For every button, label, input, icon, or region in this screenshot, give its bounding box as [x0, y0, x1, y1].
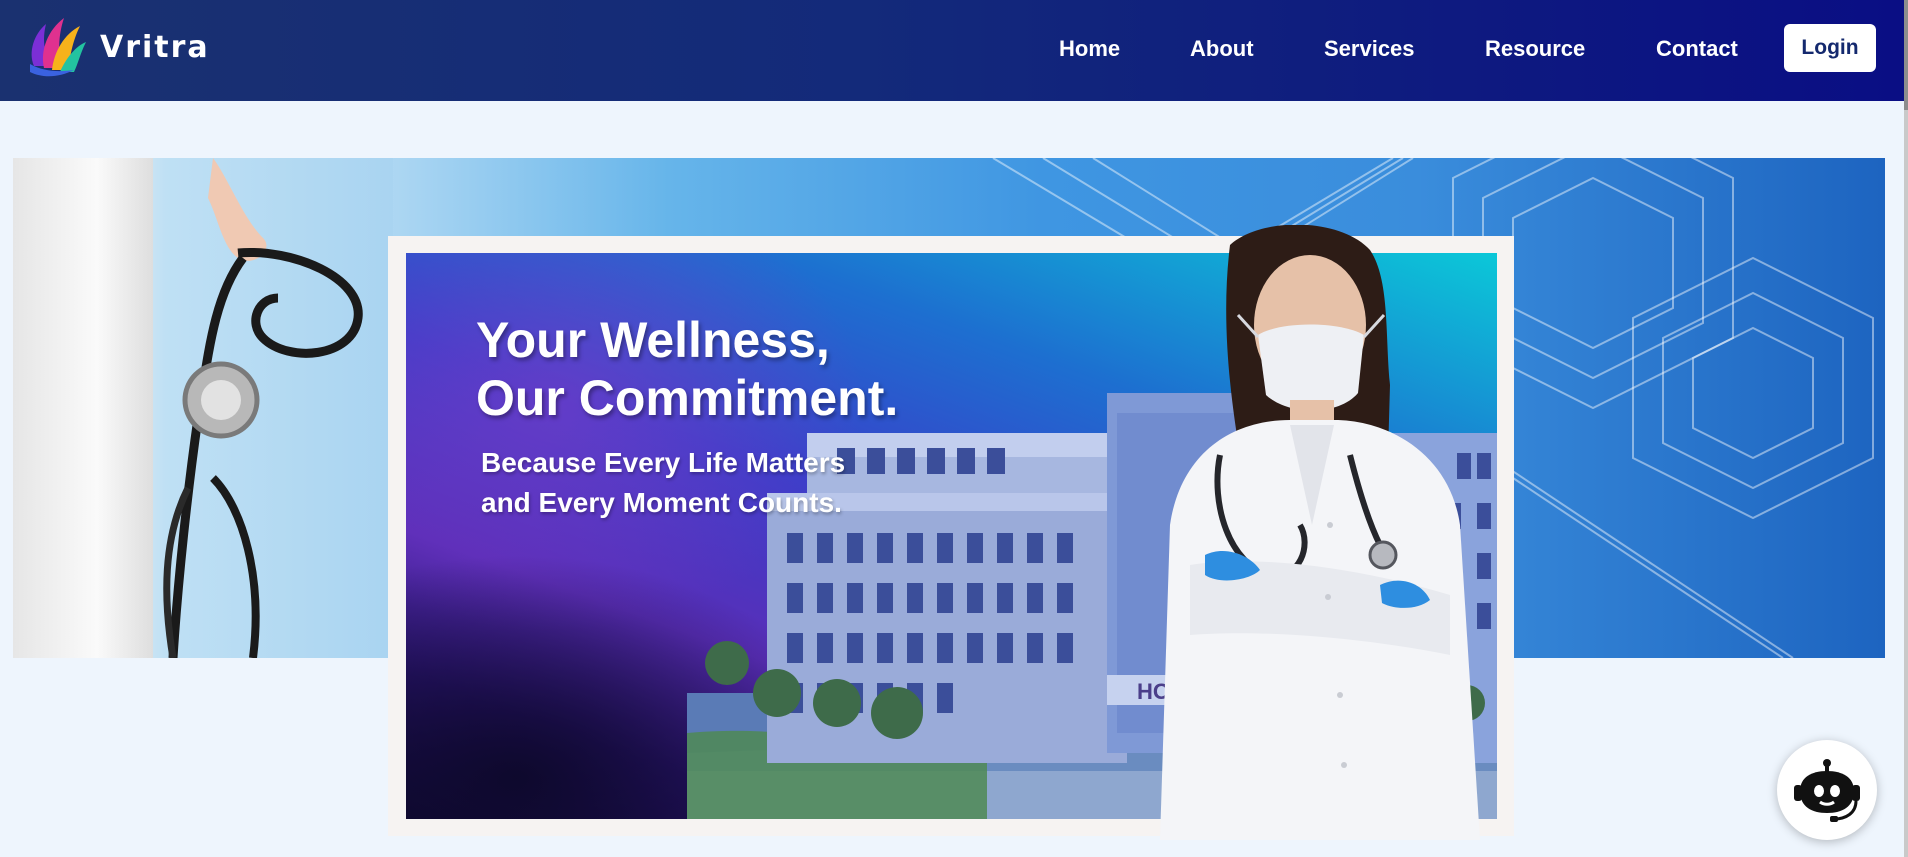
scrollbar-thumb[interactable] [1904, 0, 1908, 110]
chatbot-button[interactable] [1777, 740, 1877, 840]
brand[interactable]: Vritra [24, 14, 210, 80]
nav-about[interactable]: About [1190, 36, 1254, 62]
vritra-logo-icon [30, 18, 86, 77]
nav-services[interactable]: Services [1324, 36, 1415, 62]
subline-line-1: Because Every Life Matters [481, 447, 846, 478]
nav-resource[interactable]: Resource [1485, 36, 1585, 62]
top-navbar: Vritra Home About Services Resource Cont… [0, 0, 1904, 101]
nav-contact[interactable]: Contact [1656, 36, 1738, 62]
stethoscope-icon [163, 158, 363, 658]
doctor-portrait-image [1160, 225, 1480, 840]
subline-line-2: and Every Moment Counts. [481, 487, 842, 518]
hero-headline: Your Wellness, Our Commitment. [476, 311, 898, 427]
login-button[interactable]: Login [1784, 24, 1876, 72]
robot-headset-icon [1794, 759, 1860, 822]
page-scrollbar[interactable] [1904, 0, 1908, 857]
brand-name: Vritra [100, 29, 210, 65]
nav-home[interactable]: Home [1059, 36, 1120, 62]
headline-line-1: Your Wellness, [476, 312, 830, 368]
headline-line-2: Our Commitment. [476, 370, 899, 426]
stethoscope-photo [13, 158, 393, 658]
main-nav: Home About Services Resource Contact [1000, 0, 1900, 101]
hero-subline: Because Every Life Matters and Every Mom… [481, 443, 845, 523]
